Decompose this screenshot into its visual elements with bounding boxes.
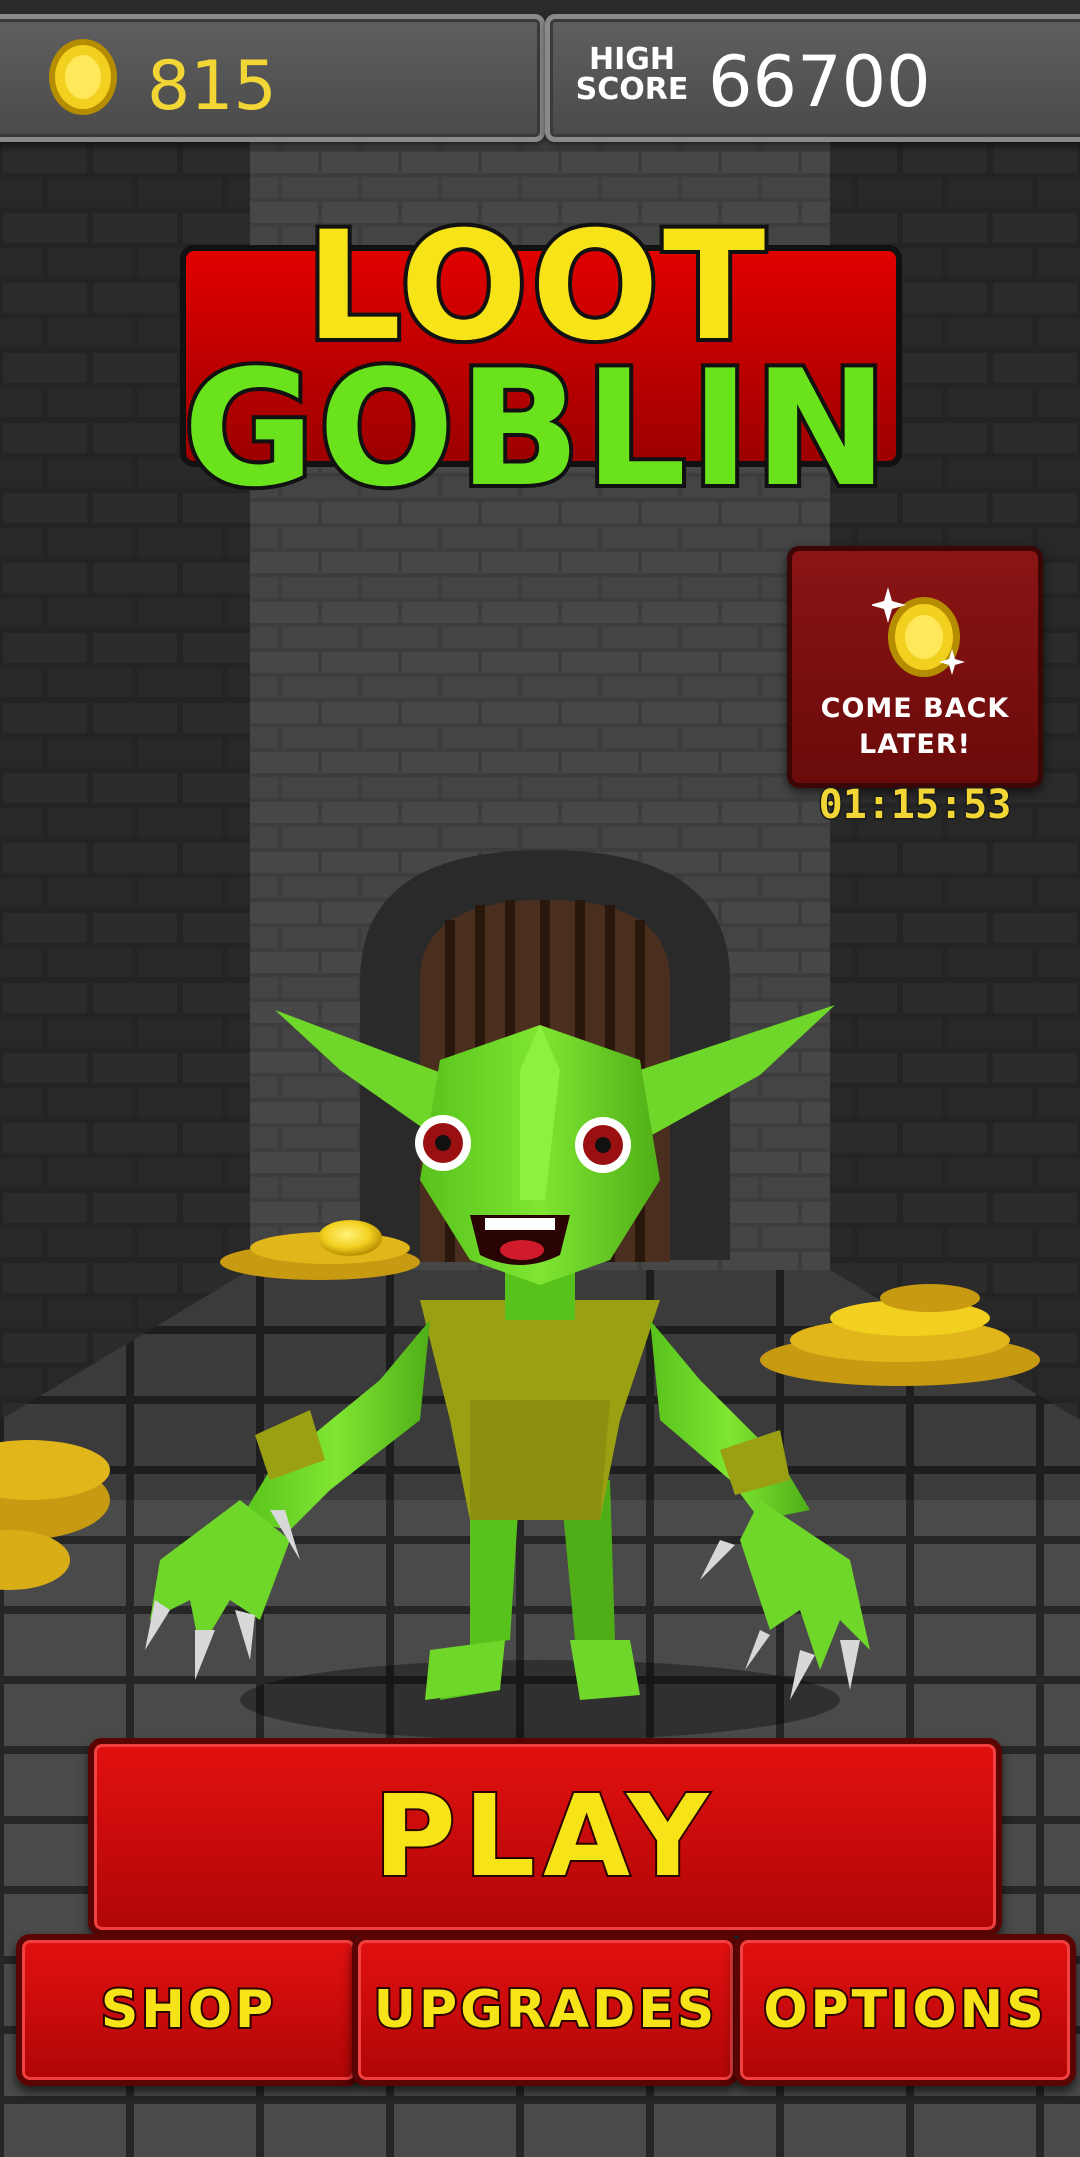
shop-button-label: SHOP	[99, 1978, 277, 2042]
coin-icon	[49, 39, 117, 115]
play-button[interactable]: PLAY	[88, 1738, 1002, 1936]
come-back-later-text: COME BACK LATER!	[792, 691, 1038, 763]
bonus-message-line2: LATER!	[859, 729, 971, 760]
upgrades-button[interactable]: UPGRADES	[352, 1934, 739, 2086]
game-logo: LOOT GOBLIN	[179, 196, 902, 526]
coin-counter-panel: 815	[0, 14, 545, 142]
shop-button[interactable]: SHOP	[16, 1934, 361, 2086]
free-coins-card[interactable]: COME BACK LATER!	[787, 546, 1043, 788]
high-score-value: 66700	[708, 41, 931, 123]
upgrades-button-label: UPGRADES	[372, 1978, 718, 2042]
play-button-label: PLAY	[372, 1770, 717, 1904]
options-button-label: OPTIONS	[761, 1978, 1047, 2042]
sparkling-coin-icon	[872, 587, 965, 677]
bonus-message-line1: COME BACK	[820, 693, 1010, 724]
bonus-countdown-timer: 01:15:53	[817, 781, 1013, 830]
high-score-label-line2: SCORE	[575, 72, 689, 107]
coin-count: 815	[147, 47, 277, 126]
high-score-label: HIGH SCORE	[572, 45, 692, 105]
logo-line-goblin: GOBLIN	[179, 331, 892, 526]
options-button[interactable]: OPTIONS	[734, 1934, 1076, 2086]
high-score-label-line1: HIGH	[588, 42, 675, 77]
high-score-panel: HIGH SCORE 66700	[545, 14, 1080, 142]
